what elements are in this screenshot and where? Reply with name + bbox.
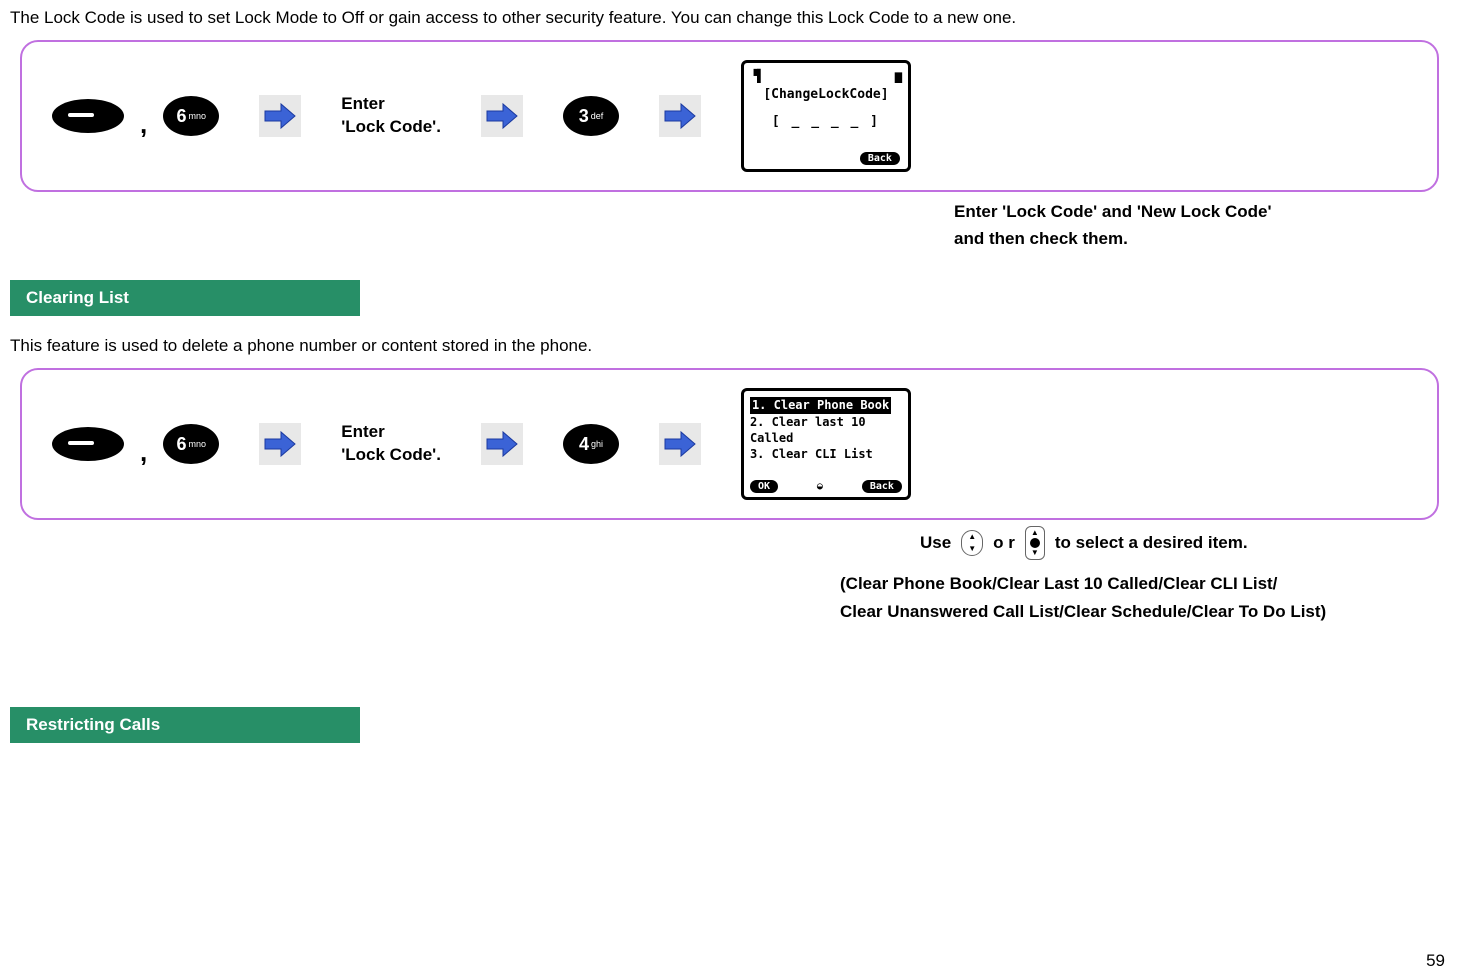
nav-indicator-icon: ◒ bbox=[817, 481, 823, 492]
menu-key-icon bbox=[52, 99, 124, 133]
nav-use-label: Use bbox=[920, 533, 951, 553]
nav-or-label: o r bbox=[993, 533, 1015, 553]
action-line-2: 'Lock Code'. bbox=[341, 444, 441, 467]
below1-line1: Enter 'Lock Code' and 'New Lock Code' bbox=[954, 198, 1449, 225]
softkey-ok: OK bbox=[750, 480, 778, 493]
keypad-6-letters: mno bbox=[188, 112, 206, 121]
softkey-back: Back bbox=[860, 152, 900, 165]
step-action-enter-lock-code: Enter 'Lock Code'. bbox=[341, 93, 441, 139]
keypad-3-digit: 3 bbox=[579, 106, 589, 127]
keypad-6-digit: 6 bbox=[176, 434, 186, 455]
screen-list-item-3: 3. Clear CLI List bbox=[750, 446, 902, 462]
section-heading-clearing-list: Clearing List bbox=[10, 280, 360, 316]
step-action-enter-lock-code: Enter 'Lock Code'. bbox=[341, 421, 441, 467]
arrow-right-icon bbox=[659, 423, 701, 465]
keypad-4-digit: 4 bbox=[579, 434, 589, 455]
section-heading-restricting-calls: Restricting Calls bbox=[10, 707, 360, 743]
intro-text: The Lock Code is used to set Lock Mode t… bbox=[10, 8, 1449, 28]
keypad-3-letters: def bbox=[591, 112, 604, 121]
action-line-2: 'Lock Code'. bbox=[341, 116, 441, 139]
keypad-6-icon: 6 mno bbox=[163, 424, 219, 464]
instruction-below-panel-1: Enter 'Lock Code' and 'New Lock Code' an… bbox=[954, 198, 1449, 252]
keypad-4-icon: 4 ghi bbox=[563, 424, 619, 464]
step-keys-1: , 6 mno bbox=[52, 424, 219, 464]
instruction-below-panel-2: (Clear Phone Book/Clear Last 10 Called/C… bbox=[840, 570, 1449, 624]
battery-icon: ▆ bbox=[895, 69, 902, 83]
nav-side-key-icon: ▲▼ bbox=[1025, 526, 1045, 560]
below2-line1: (Clear Phone Book/Clear Last 10 Called/C… bbox=[840, 570, 1449, 597]
phone-screen-change-lock-code: ▝▌ ▆ [ChangeLockCode] [ _ _ _ _ ] Back bbox=[741, 60, 911, 172]
softkey-back: Back bbox=[862, 480, 902, 493]
below2-line2: Clear Unanswered Call List/Clear Schedul… bbox=[840, 598, 1449, 625]
nav-updown-key-icon: ▲▼ bbox=[961, 530, 983, 556]
arrow-right-icon bbox=[659, 95, 701, 137]
screen-entry-field: [ _ _ _ _ ] bbox=[750, 114, 902, 129]
arrow-right-icon bbox=[259, 423, 301, 465]
step-keys-1: , 6 mno bbox=[52, 96, 219, 136]
screen-list-item-2: 2. Clear last 10 Called bbox=[750, 414, 902, 446]
comma-separator: , bbox=[140, 437, 147, 468]
steps-panel-change-lock-code: , 6 mno Enter 'Lock Code'. 3 def ▝▌ ▆ [C… bbox=[20, 40, 1439, 192]
screen-title: [ChangeLockCode] bbox=[750, 87, 902, 102]
signal-icon: ▝▌ bbox=[750, 69, 764, 83]
action-line-1: Enter bbox=[341, 421, 441, 444]
keypad-6-icon: 6 mno bbox=[163, 96, 219, 136]
keypad-6-digit: 6 bbox=[176, 106, 186, 127]
arrow-right-icon bbox=[481, 95, 523, 137]
action-line-1: Enter bbox=[341, 93, 441, 116]
nav-instruction-row: Use ▲▼ o r ▲▼ to select a desired item. bbox=[920, 526, 1449, 560]
page-number: 59 bbox=[1426, 951, 1445, 971]
arrow-right-icon bbox=[259, 95, 301, 137]
keypad-3-icon: 3 def bbox=[563, 96, 619, 136]
nav-tail-label: to select a desired item. bbox=[1055, 533, 1248, 553]
comma-separator: , bbox=[140, 109, 147, 140]
menu-key-icon bbox=[52, 427, 124, 461]
arrow-right-icon bbox=[481, 423, 523, 465]
steps-panel-clearing-list: , 6 mno Enter 'Lock Code'. 4 ghi 1. Clea… bbox=[20, 368, 1439, 520]
below1-line2: and then check them. bbox=[954, 225, 1449, 252]
phone-screen-clearing-list: 1. Clear Phone Book 2. Clear last 10 Cal… bbox=[741, 388, 911, 500]
keypad-6-letters: mno bbox=[188, 440, 206, 449]
clearing-list-intro: This feature is used to delete a phone n… bbox=[10, 336, 1449, 356]
keypad-4-letters: ghi bbox=[591, 440, 603, 449]
screen-list-item-1: 1. Clear Phone Book bbox=[750, 397, 891, 413]
